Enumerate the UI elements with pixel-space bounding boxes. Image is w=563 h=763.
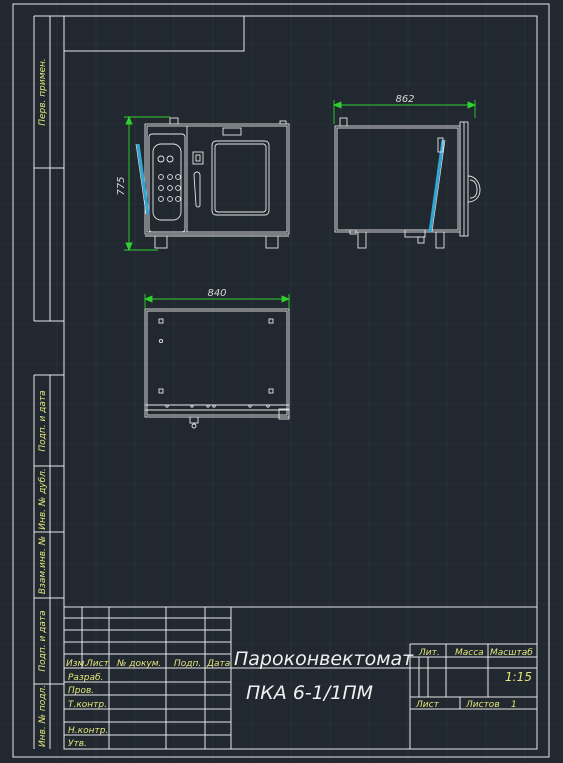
tb-masshtab: Масштаб	[490, 648, 533, 658]
tb-row-prov: Пров.	[68, 686, 94, 696]
side-label-podp-data-2: Подп. и дата	[38, 610, 48, 671]
dim-front-height-label: 775	[116, 176, 127, 195]
side-label-vzam-inv: Взам.инв. №	[38, 536, 48, 594]
tb-lit: Лит.	[418, 648, 440, 658]
tb-row-razrab: Разраб.	[68, 673, 103, 683]
technical-drawing: Перв. примен. Подп. и дата Инв. № дубл. …	[0, 0, 563, 763]
tb-sheets: Листов	[465, 700, 500, 710]
dim-top-width-label: 840	[207, 288, 226, 299]
drawing-title-line1: Пароконвектомат	[234, 648, 414, 670]
tb-col-sign: Подп.	[174, 659, 201, 669]
side-label-podp-data-1: Подп. и дата	[38, 390, 48, 451]
side-label-perv-primen: Перв. примен.	[38, 58, 48, 126]
tb-col-izm: Изм.	[66, 659, 87, 669]
tb-row-tkontr: Т.контр.	[68, 700, 107, 710]
tb-massa: Масса	[455, 648, 484, 658]
tb-sheet: Лист	[415, 700, 440, 710]
tb-scale-value: 1:15	[505, 670, 532, 684]
side-label-inv-podl: Инв. № подл.	[38, 685, 48, 747]
tb-col-date: Дата	[206, 659, 230, 669]
tb-col-list: Лист	[85, 659, 110, 669]
side-label-inv-dubl: Инв. № дубл.	[38, 468, 48, 530]
tb-col-doc: № докум.	[116, 659, 161, 669]
tb-row-utv: Утв.	[68, 739, 87, 749]
dim-side-depth-label: 862	[395, 94, 414, 105]
tb-row-nkontr: Н.контр.	[68, 726, 108, 736]
drawing-title-line2: ПКА 6-1/1ПМ	[246, 682, 373, 704]
tb-sheets-value: 1	[511, 700, 517, 710]
